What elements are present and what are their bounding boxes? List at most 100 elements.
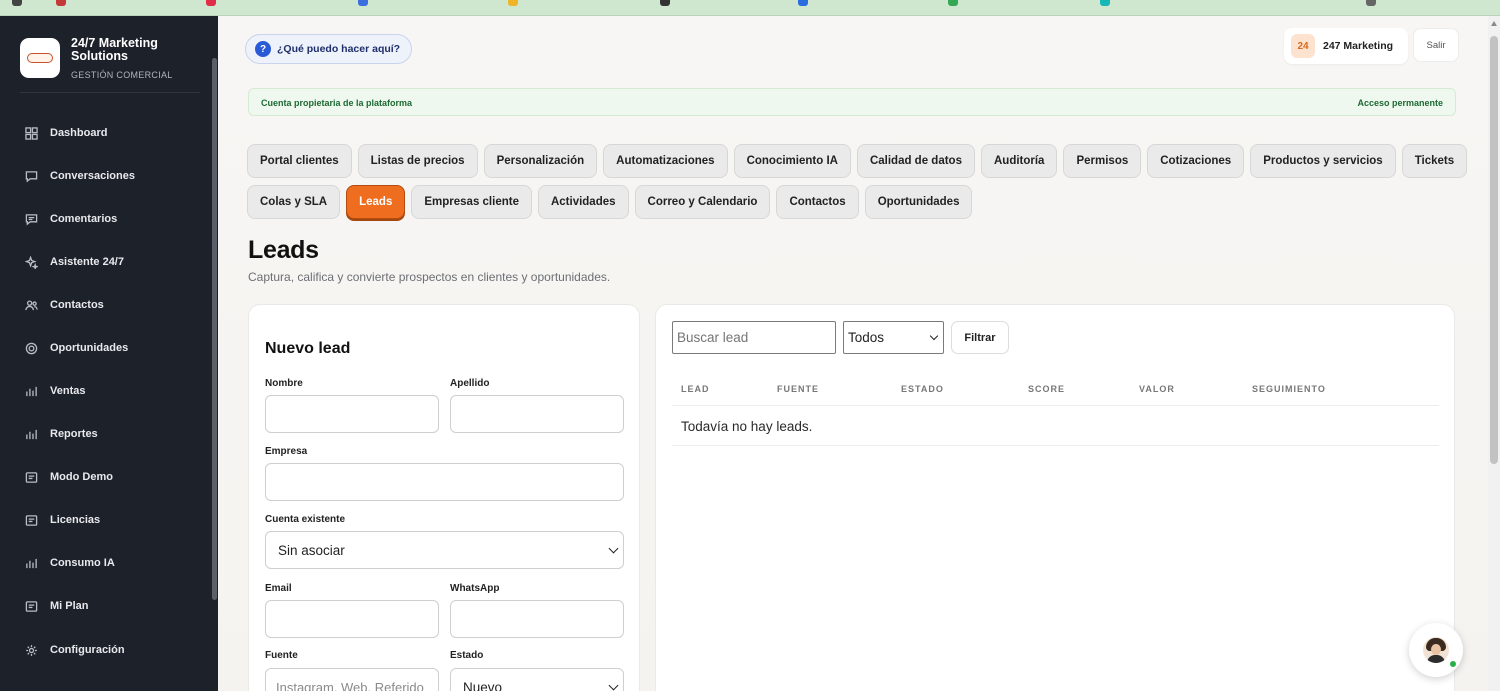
sidebar-item-label: Modo Demo	[50, 471, 113, 483]
bookmark-icon	[358, 0, 368, 6]
users-icon	[24, 298, 38, 312]
new-lead-card: Nuevo lead Nombre Apellido Empresa Cuent…	[248, 304, 640, 691]
tab-empresas-cliente[interactable]: Empresas cliente	[411, 185, 532, 219]
tab-automatizaciones[interactable]: Automatizaciones	[603, 144, 728, 178]
tab-conocimiento-ia[interactable]: Conocimiento IA	[733, 144, 851, 178]
bookmark-icon	[948, 0, 958, 6]
logout-button[interactable]: Salir	[1413, 28, 1459, 62]
divider	[672, 405, 1439, 406]
tab-actividades[interactable]: Actividades	[537, 185, 629, 219]
empresa-field[interactable]	[265, 463, 624, 501]
bookmark-icon	[206, 0, 216, 6]
sidebar-item-label: Dashboard	[50, 127, 108, 139]
fuente-field[interactable]	[265, 668, 439, 691]
column-header: SCORE	[1028, 384, 1066, 394]
sidebar-item-label: Contactos	[50, 299, 104, 311]
nombre-field[interactable]	[265, 395, 439, 433]
comment-icon	[24, 212, 38, 226]
tab-productos-servicios[interactable]: Productos y servicios	[1250, 144, 1396, 178]
whatsapp-field[interactable]	[450, 600, 624, 638]
fuente-label: Fuente	[265, 650, 298, 661]
bookmark-icon	[1100, 0, 1110, 6]
email-label: Email	[265, 583, 292, 594]
estado-label: Estado	[450, 650, 484, 661]
divider	[672, 445, 1439, 446]
nombre-label: Nombre	[265, 378, 303, 389]
sidebar-item-modo-demo[interactable]: Modo Demo	[14, 462, 204, 492]
scroll-up-icon[interactable]	[1491, 21, 1497, 26]
doc-icon	[24, 513, 38, 527]
sidebar-item-oportunidades[interactable]: Oportunidades	[14, 333, 204, 363]
brand-name: 24/7 Marketing Solutions	[71, 36, 158, 63]
status-filter-select[interactable]: Todos	[843, 321, 944, 354]
tab-listas-precios[interactable]: Listas de precios	[357, 144, 478, 178]
bookmark-icon	[798, 0, 808, 6]
tab-leads[interactable]: Leads	[346, 185, 406, 219]
sidebar-scrollbar[interactable]	[212, 58, 217, 600]
help-button[interactable]: ? ¿Qué puedo hacer aquí?	[245, 34, 413, 64]
gear-icon	[24, 643, 38, 657]
tab-colas-sla[interactable]: Colas y SLA	[247, 185, 341, 219]
tab-oportunidades[interactable]: Oportunidades	[864, 185, 973, 219]
sidebar-item-conversaciones[interactable]: Conversaciones	[14, 161, 204, 191]
tabs-row-1: Portal clientes Listas de precios Person…	[247, 144, 1468, 178]
tab-auditoria[interactable]: Auditoría	[980, 144, 1058, 178]
estado-select[interactable]: Nuevo	[450, 668, 624, 691]
doc-icon	[24, 599, 38, 613]
filter-button[interactable]: Filtrar	[951, 321, 1009, 354]
sidebar-item-contactos[interactable]: Contactos	[14, 290, 204, 320]
sidebar-item-label: Configuración	[50, 644, 125, 656]
account-name: 247 Marketing	[1323, 40, 1394, 52]
column-header: VALOR	[1139, 384, 1175, 394]
cuenta-select[interactable]: Sin asociar	[265, 531, 624, 569]
chevron-down-icon	[608, 543, 619, 554]
target-icon	[24, 341, 38, 355]
column-header: LEAD	[681, 384, 710, 394]
question-icon: ?	[255, 41, 271, 57]
empresa-label: Empresa	[265, 446, 308, 457]
sidebar-item-configuracion[interactable]: Configuración	[14, 635, 204, 665]
online-status-icon	[1449, 660, 1457, 668]
bookmark-icon	[508, 0, 518, 6]
apellido-field[interactable]	[450, 395, 624, 433]
tab-portal-clientes[interactable]: Portal clientes	[247, 144, 352, 178]
notice-status: Acceso permanente	[1357, 98, 1443, 108]
sidebar-item-reportes[interactable]: Reportes	[14, 419, 204, 449]
bookmark-icon	[660, 0, 670, 6]
bars-icon	[24, 556, 38, 570]
scrollbar-thumb[interactable]	[1490, 36, 1498, 464]
tab-permisos[interactable]: Permisos	[1063, 144, 1142, 178]
chevron-down-icon	[608, 680, 619, 691]
account-notice: Cuenta propietaria de la plataforma Acce…	[248, 88, 1456, 116]
sidebar-item-label: Licencias	[50, 514, 101, 526]
chat-assistant-button[interactable]	[1409, 623, 1463, 677]
flag-icon	[56, 0, 66, 6]
sidebar-item-mi-plan[interactable]: Mi Plan	[14, 591, 204, 621]
sidebar-item-dashboard[interactable]: Dashboard	[14, 118, 204, 148]
grid-icon	[24, 126, 38, 140]
tab-cotizaciones[interactable]: Cotizaciones	[1147, 144, 1245, 178]
page-subtitle: Captura, califica y convierte prospectos…	[248, 270, 611, 284]
sidebar-item-ventas[interactable]: Ventas	[14, 376, 204, 406]
search-input[interactable]	[672, 321, 836, 354]
empty-state-text: Todavía no hay leads.	[681, 419, 813, 434]
tab-calidad-datos[interactable]: Calidad de datos	[856, 144, 975, 178]
browser-bookmarks-strip	[0, 0, 1500, 16]
sidebar-item-comentarios[interactable]: Comentarios	[14, 204, 204, 234]
page-title: Leads	[248, 236, 319, 264]
sparkle-icon	[24, 255, 38, 269]
tab-correo-calendario[interactable]: Correo y Calendario	[634, 185, 771, 219]
column-header: FUENTE	[777, 384, 819, 394]
sidebar-item-asistente[interactable]: Asistente 24/7	[14, 247, 204, 277]
brand[interactable]: 24/7 Marketing Solutions GESTIÓN COMERCI…	[20, 36, 210, 96]
sidebar-item-label: Mi Plan	[50, 600, 89, 612]
account-chip[interactable]: 24 247 Marketing	[1284, 28, 1408, 64]
tab-tickets[interactable]: Tickets	[1401, 144, 1468, 178]
tab-contactos[interactable]: Contactos	[776, 185, 859, 219]
page-scrollbar[interactable]	[1488, 16, 1500, 691]
email-field[interactable]	[265, 600, 439, 638]
sidebar-item-consumo-ia[interactable]: Consumo IA	[14, 548, 204, 578]
tab-personalizacion[interactable]: Personalización	[483, 144, 598, 178]
sidebar-item-label: Reportes	[50, 428, 98, 440]
sidebar-item-licencias[interactable]: Licencias	[14, 505, 204, 535]
